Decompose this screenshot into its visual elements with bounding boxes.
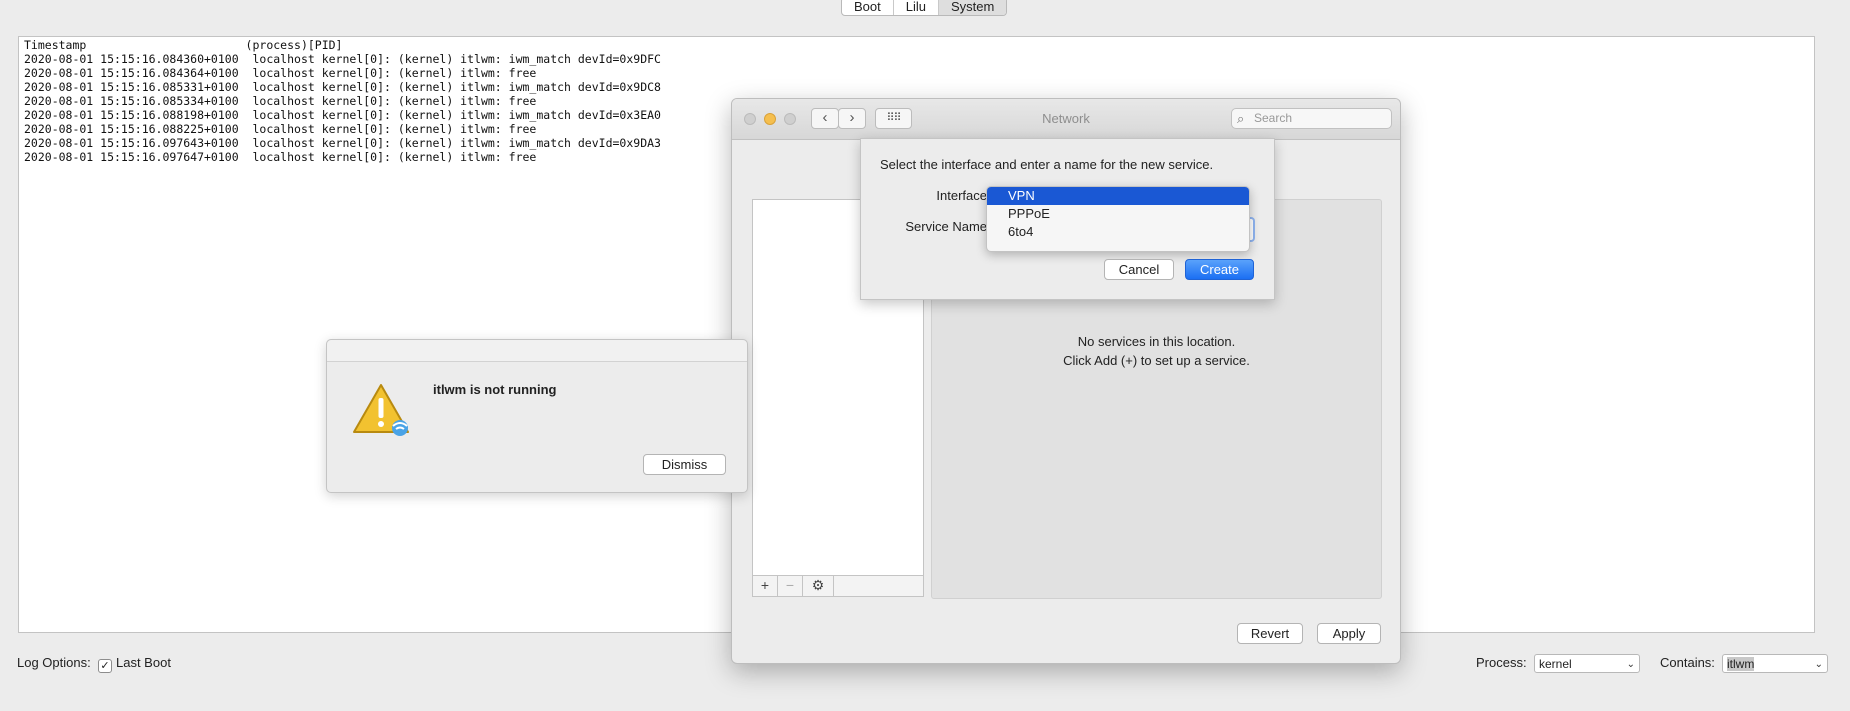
service-list-toolbar: + − ⚙ bbox=[753, 575, 923, 596]
revert-button[interactable]: Revert bbox=[1237, 623, 1303, 644]
empty-line-2: Click Add (+) to set up a service. bbox=[1063, 353, 1250, 368]
chevron-down-icon[interactable]: ⌄ bbox=[1627, 655, 1635, 674]
segment-system[interactable]: System bbox=[939, 0, 1007, 15]
log-source-segmented-control: Boot Lilu System bbox=[841, 0, 1008, 16]
segment-boot[interactable]: Boot bbox=[842, 0, 894, 15]
apply-button[interactable]: Apply bbox=[1317, 623, 1381, 644]
alert-titlebar bbox=[327, 340, 747, 362]
create-button[interactable]: Create bbox=[1185, 259, 1254, 280]
remove-service-button[interactable]: − bbox=[778, 576, 803, 596]
search-field[interactable]: ⌕ Search bbox=[1231, 108, 1392, 129]
dismiss-button[interactable]: Dismiss bbox=[643, 454, 726, 475]
log-line: 2020-08-01 15:15:16.084360+0100 localhos… bbox=[24, 52, 661, 66]
log-header: Timestamp (process)[PID] bbox=[24, 38, 343, 52]
empty-state-message: No services in this location. Click Add … bbox=[932, 332, 1381, 370]
warning-icon bbox=[351, 382, 415, 441]
interface-option-vpn[interactable]: VPN bbox=[987, 187, 1249, 205]
sheet-prompt: Select the interface and enter a name fo… bbox=[880, 157, 1214, 172]
itlwm-alert-dialog: itlwm is not running Dismiss bbox=[326, 339, 748, 493]
cancel-button[interactable]: Cancel bbox=[1104, 259, 1174, 280]
contains-label: Contains: bbox=[1660, 655, 1715, 670]
interface-dropdown-menu[interactable]: VPN PPPoE 6to4 bbox=[986, 186, 1250, 252]
interface-option-pppoe[interactable]: PPPoE bbox=[987, 205, 1249, 223]
last-boot-label: Last Boot bbox=[116, 655, 171, 670]
log-line: 2020-08-01 15:15:16.085331+0100 localhos… bbox=[24, 80, 661, 94]
new-service-sheet: Select the interface and enter a name fo… bbox=[860, 138, 1275, 300]
network-titlebar: ‹ › ⠿⠿ Network ⌕ Search bbox=[732, 99, 1400, 140]
last-boot-option[interactable]: ✓ Last Boot bbox=[98, 655, 171, 673]
contains-value: itlwm bbox=[1727, 657, 1755, 671]
log-options-label: Log Options: bbox=[17, 655, 91, 670]
process-label: Process: bbox=[1476, 655, 1527, 670]
add-service-button[interactable]: + bbox=[753, 576, 778, 596]
gear-icon[interactable]: ⚙ bbox=[803, 576, 834, 596]
segment-lilu[interactable]: Lilu bbox=[894, 0, 939, 15]
service-name-label: Service Name bbox=[905, 219, 987, 234]
empty-line-1: No services in this location. bbox=[1077, 334, 1236, 349]
last-boot-checkbox[interactable]: ✓ bbox=[98, 659, 112, 673]
interface-label: Interface bbox=[936, 188, 987, 203]
interface-option-6to4[interactable]: 6to4 bbox=[987, 223, 1249, 241]
process-combobox[interactable]: kernel ⌄ bbox=[1534, 654, 1640, 673]
process-value: kernel bbox=[1539, 657, 1572, 671]
log-line: 2020-08-01 15:15:16.084364+0100 localhos… bbox=[24, 66, 537, 80]
search-placeholder: Search bbox=[1254, 111, 1293, 125]
alert-message: itlwm is not running bbox=[433, 382, 557, 397]
contains-combobox[interactable]: itlwm ⌄ bbox=[1722, 654, 1828, 673]
chevron-down-icon[interactable]: ⌄ bbox=[1815, 655, 1823, 674]
search-icon: ⌕ bbox=[1237, 111, 1245, 126]
